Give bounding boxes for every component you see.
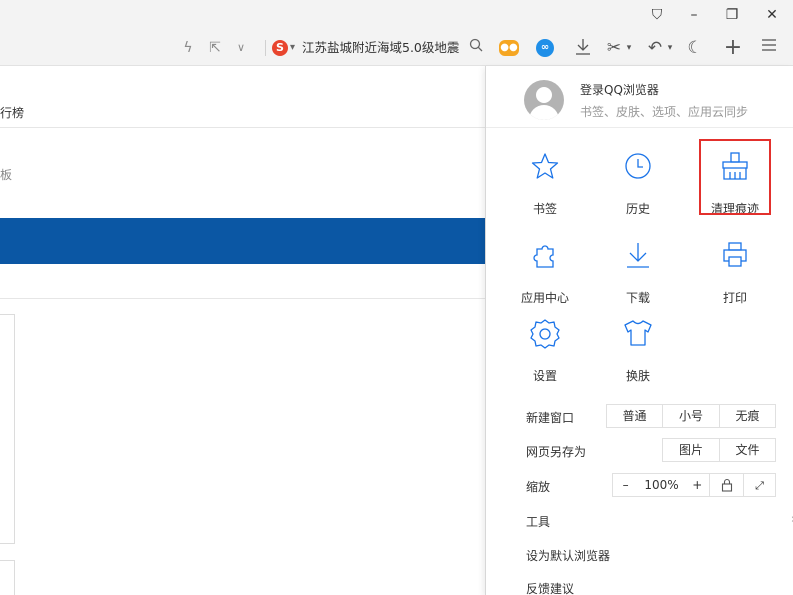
clock-icon [598, 152, 678, 180]
zoom-lock-button[interactable] [709, 473, 744, 497]
history-label: 历史 [625, 202, 650, 216]
download-icon[interactable] [572, 37, 594, 59]
search-icon[interactable] [469, 38, 483, 59]
page-header-area [0, 66, 485, 128]
undo-menu-caret[interactable]: ▾ [665, 37, 675, 59]
downloads-label: 下载 [625, 291, 650, 305]
game-icon[interactable]: ●● [499, 40, 519, 56]
browser-window: ⛉ – ❐ ✕ ϟ ⇱ ∨ S ▾ 江苏盐城附近海域5.0级地震 ●● ∞ ✂ … [0, 0, 793, 595]
star-icon [505, 152, 585, 180]
search-engine-caret[interactable]: ▾ [290, 38, 295, 58]
tools-label: 工具 [526, 515, 551, 529]
zoom-control: – 100% + [612, 473, 710, 497]
rank-tab[interactable]: 行榜 [0, 104, 24, 121]
gear-icon [505, 319, 585, 349]
new-window-label: 新建窗口 [526, 411, 575, 425]
shirt-icon [598, 319, 678, 347]
app-center-button[interactable]: 应用中心 [505, 241, 585, 311]
skin-button[interactable]: 换肤 [598, 319, 678, 389]
zoom-value: 100% [644, 478, 679, 492]
close-button[interactable]: ✕ [760, 5, 784, 25]
zoom-in-button[interactable]: + [686, 474, 708, 496]
bookmarks-label: 书签 [532, 202, 557, 216]
settings-label: 设置 [532, 369, 557, 383]
page-card [0, 314, 15, 544]
fullscreen-icon: ⤢ [755, 479, 764, 492]
skin-label: 换肤 [625, 369, 650, 383]
page-card [0, 560, 15, 595]
avatar[interactable] [524, 80, 564, 120]
app-center-label: 应用中心 [520, 291, 569, 305]
page-divider [0, 298, 485, 299]
new-tab-icon[interactable]: + [722, 37, 744, 59]
new-window-incognito-button[interactable]: 无痕 [719, 404, 776, 428]
settings-button[interactable]: 设置 [505, 319, 585, 389]
title-bar: ⛉ – ❐ ✕ [0, 0, 793, 30]
tools-row[interactable]: 工具 › [526, 508, 793, 534]
page-blue-banner [0, 218, 485, 264]
print-button[interactable]: 打印 [695, 241, 775, 311]
sogou-icon[interactable]: S [272, 40, 288, 56]
set-default-browser-label: 设为默认浏览器 [526, 549, 611, 563]
new-window-row: 新建窗口 普通 小号 无痕 [526, 404, 776, 430]
printer-icon [695, 241, 775, 269]
login-title[interactable]: 登录QQ浏览器 [580, 81, 659, 98]
undo-icon[interactable]: ↶ [644, 37, 666, 59]
lock-icon [721, 478, 733, 495]
save-as-label: 网页另存为 [526, 445, 587, 459]
restore-button[interactable]: ❐ [720, 5, 744, 25]
print-label: 打印 [722, 291, 747, 305]
share-icon[interactable]: ⇱ [206, 38, 224, 58]
lightning-icon[interactable]: ϟ [180, 38, 196, 58]
feedback-row[interactable]: 反馈建议 [526, 575, 776, 595]
zoom-row: 缩放 – 100% + ⤢ [526, 473, 776, 499]
login-subtitle: 书签、皮肤、选项、应用云同步 [580, 105, 749, 119]
new-window-normal-button[interactable]: 普通 [606, 404, 663, 428]
scissors-icon[interactable]: ✂ [603, 37, 625, 59]
download-icon [598, 241, 678, 269]
login-section[interactable]: 登录QQ浏览器 书签、皮肤、选项、应用云同步 [486, 66, 793, 128]
save-as-file-button[interactable]: 文件 [719, 438, 776, 462]
set-default-browser-row[interactable]: 设为默认浏览器 [526, 542, 776, 568]
zoom-label: 缩放 [526, 480, 551, 494]
toolbar-divider [265, 40, 266, 56]
menu-icon[interactable] [757, 37, 781, 59]
page-side-text: 板 [0, 168, 13, 182]
scissors-menu-caret[interactable]: ▾ [624, 37, 634, 59]
toolbar: ϟ ⇱ ∨ S ▾ 江苏盐城附近海域5.0级地震 ●● ∞ ✂ ▾ ↶ ▾ ☾ … [0, 30, 793, 66]
zoom-out-button[interactable]: – [615, 474, 637, 496]
search-input[interactable]: 江苏盐城附近海域5.0级地震 [302, 38, 468, 58]
chevron-down-icon[interactable]: ∨ [232, 38, 250, 58]
save-as-row: 网页另存为 图片 文件 [526, 438, 776, 464]
clear-traces-highlight [699, 139, 771, 215]
night-mode-icon[interactable]: ☾ [684, 37, 706, 59]
puzzle-icon [505, 241, 585, 269]
new-window-small-button[interactable]: 小号 [662, 404, 720, 428]
pin-icon[interactable]: ⛉ [645, 5, 669, 25]
history-button[interactable]: 历史 [598, 152, 678, 222]
browser-menu: 登录QQ浏览器 书签、皮肤、选项、应用云同步 书签 历史 清理痕迹 应用中心 下… [485, 66, 793, 595]
ai-icon[interactable]: ∞ [536, 39, 554, 57]
save-as-image-button[interactable]: 图片 [662, 438, 720, 462]
bookmarks-button[interactable]: 书签 [505, 152, 585, 222]
fullscreen-button[interactable]: ⤢ [743, 473, 776, 497]
minimize-button[interactable]: – [682, 5, 706, 25]
downloads-button[interactable]: 下载 [598, 241, 678, 311]
feedback-label: 反馈建议 [526, 582, 575, 595]
